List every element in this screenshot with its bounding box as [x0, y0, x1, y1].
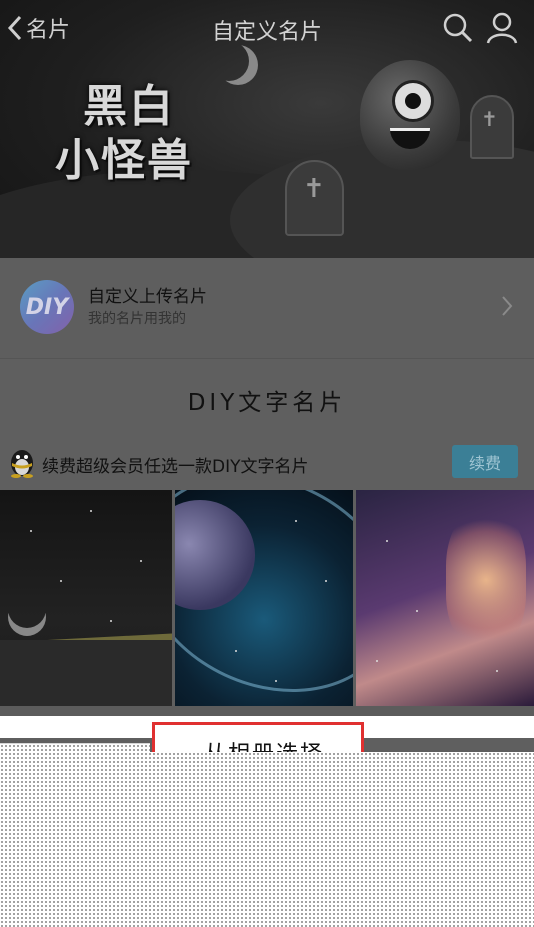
banner-logo: 黑白 小怪兽	[55, 80, 235, 188]
search-button[interactable]	[440, 10, 476, 46]
user-icon	[486, 12, 518, 44]
template-thumbnail[interactable]	[175, 490, 353, 706]
template-thumbnail[interactable]	[0, 490, 172, 706]
search-icon	[443, 13, 473, 43]
chevron-right-icon	[502, 296, 513, 316]
qq-penguin-icon	[11, 450, 33, 478]
template-thumbnail[interactable]	[356, 490, 534, 706]
upload-title: 自定义上传名片	[88, 287, 207, 307]
section-title: DIY文字名片	[187, 390, 347, 416]
diy-avatar: DIY	[20, 280, 74, 334]
upload-subtitle: 我的名片用我的	[88, 311, 186, 327]
renew-description: 续费超级会员任选一款DIY文字名片	[42, 457, 309, 477]
custom-upload-row[interactable]: DIY 自定义上传名片 我的名片用我的	[0, 258, 534, 359]
tombstone-shape: ✝	[470, 95, 514, 159]
card-templates	[0, 490, 534, 706]
banner-logo-line2: 小怪兽	[55, 135, 193, 186]
tombstone-shape: ✝	[285, 160, 344, 236]
monster-illustration	[360, 60, 460, 170]
dither-overlay	[0, 752, 534, 927]
renew-button[interactable]: 续费	[452, 445, 518, 478]
banner-logo-line1: 黑白	[83, 81, 175, 132]
top-bar: 名片 自定义名片	[0, 0, 534, 56]
renew-row: 续费超级会员任选一款DIY文字名片 续费	[0, 440, 534, 486]
profile-button[interactable]	[484, 10, 520, 46]
